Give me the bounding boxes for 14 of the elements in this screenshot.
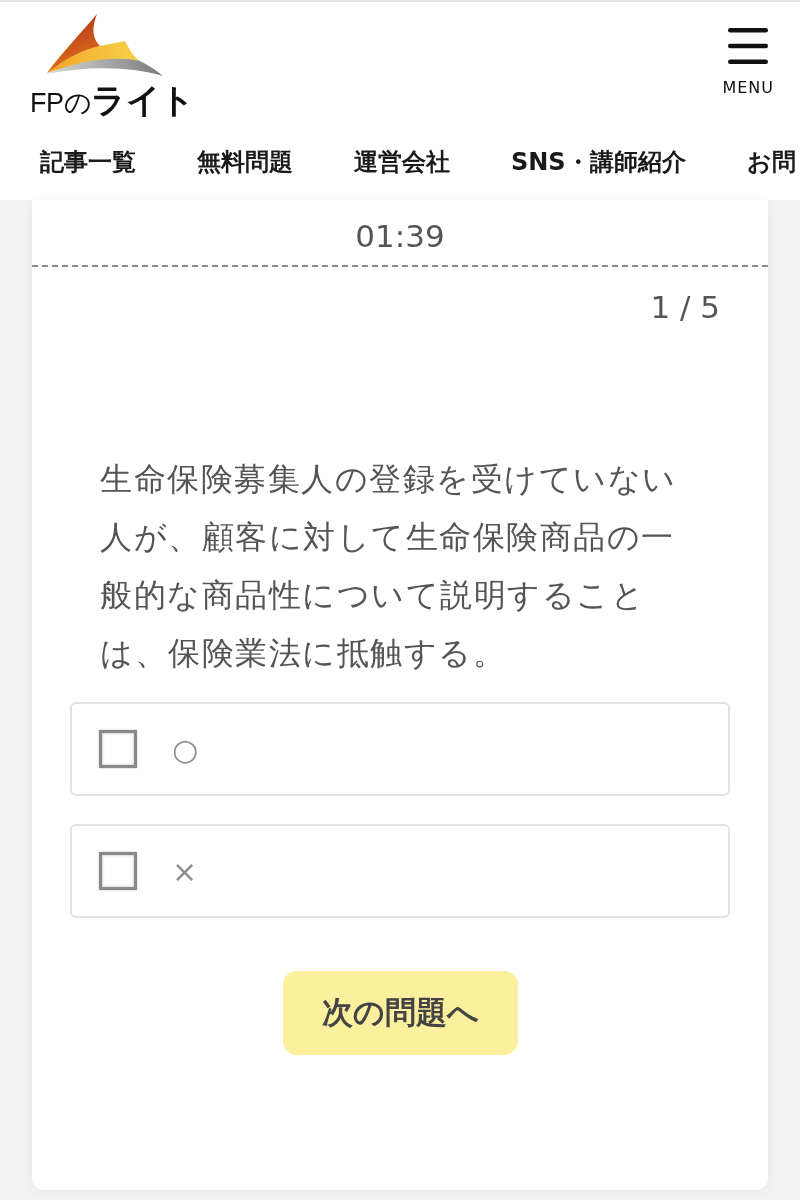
checkbox[interactable] bbox=[99, 730, 137, 768]
question-counter: 1 / 5 bbox=[650, 288, 720, 327]
nav-link[interactable]: 運営会社 bbox=[354, 146, 450, 182]
menu-icon bbox=[728, 28, 769, 64]
nav-link[interactable]: お問 bbox=[746, 146, 796, 182]
nav-link[interactable]: 無料問題 bbox=[197, 146, 293, 182]
timer-text: 01:39 bbox=[355, 217, 445, 256]
logo-text[interactable]: FPのライト bbox=[30, 83, 195, 120]
nav-link[interactable]: SNS・講師紹介 bbox=[511, 146, 686, 182]
menu-button[interactable]: MENU bbox=[722, 28, 774, 98]
checkbox[interactable] bbox=[99, 852, 137, 890]
nav-link[interactable]: 記事一覧 bbox=[40, 146, 136, 182]
question-text: 生命保険募集人の登録を受けていない人が、顧客に対して生命保険商品の一般的な商品性について説明することは、保険業法に抵触する。 bbox=[100, 459, 678, 674]
next-button[interactable]: 次の問題へ bbox=[282, 971, 518, 1055]
